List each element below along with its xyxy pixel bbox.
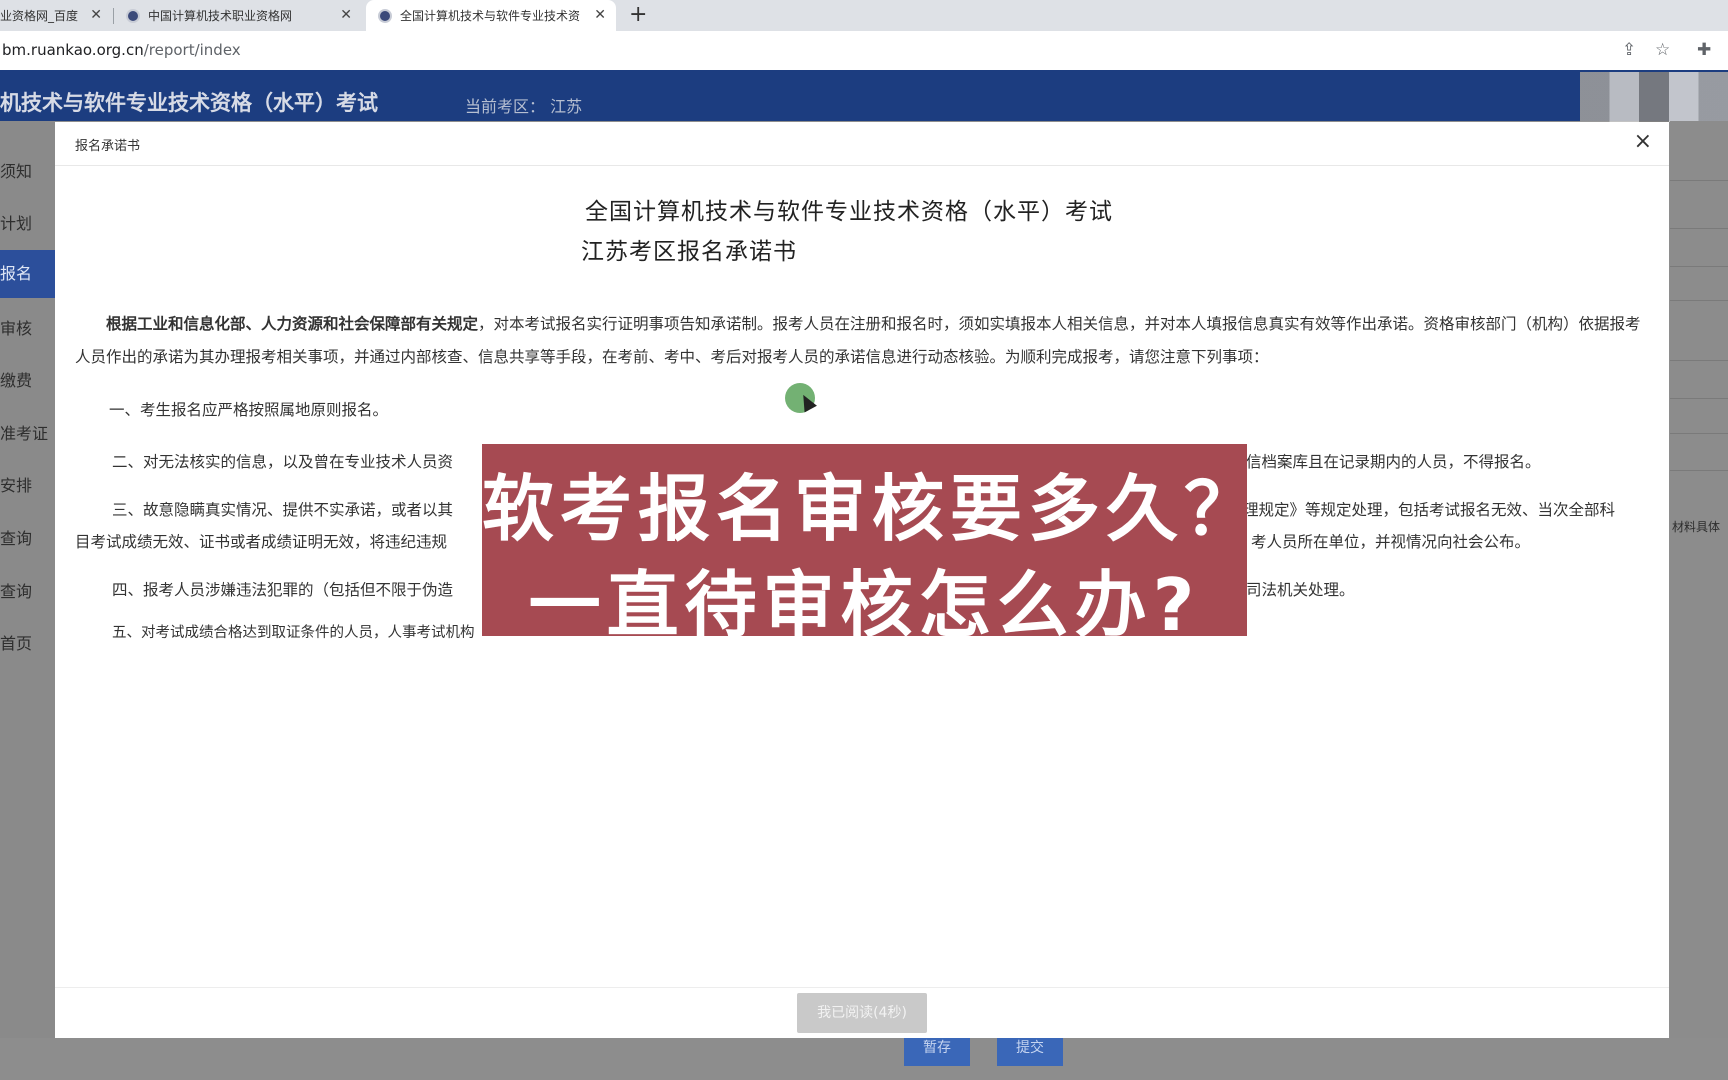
sidebar-item-register[interactable]: 报名 [0,250,55,298]
divider [1670,300,1728,301]
browser-tab-1[interactable]: 业资格网_百度 ✕ [0,0,112,31]
background-note: 材料具体 [1672,520,1721,534]
close-icon[interactable]: × [1634,129,1652,154]
banner-line-1: 软考报名审核要多久？ [482,467,1263,551]
tab-title: 业资格网_百度 [0,9,79,23]
tab-divider [113,8,114,24]
overlay-banner: 软考报名审核要多久？ 一直待审核怎么办? [482,444,1263,647]
new-tab-icon[interactable]: + [629,2,647,27]
sidebar-item-query-2[interactable]: 查询 [0,578,55,602]
current-region: 当前考区： 江苏 [465,97,583,116]
document-subtitle: 江苏考区报名承诺书 [581,239,797,265]
divider [1670,470,1728,471]
browser-tab-bar: 业资格网_百度 ✕ 中国计算机技术职业资格网 ✕ 全国计算机技术与软件专业技术资… [0,0,1728,31]
divider [1670,360,1728,361]
modal-title: 报名承诺书 [75,139,141,154]
sidebar-item-schedule[interactable]: 安排 [0,472,55,496]
site-title: 机技术与软件专业技术资格（水平）考试 [0,91,378,115]
item-4-start: 四、报考人员涉嫌违法犯罪的（包括但不限于伪造 [112,581,454,599]
item-1: 一、考生报名应严格按照属地原则报名。 [109,401,389,419]
divider [1670,266,1728,267]
close-icon[interactable]: ✕ [90,7,102,23]
browser-tab-2[interactable]: 中国计算机技术职业资格网 ✕ [126,0,362,31]
divider [1670,398,1728,399]
star-icon[interactable]: ☆ [1655,40,1670,60]
extensions-icon[interactable]: ✚ [1697,40,1711,60]
sidebar-item-query[interactable]: 查询 [0,525,55,549]
sidebar-item-plan[interactable]: 计划 [0,210,55,234]
read-confirm-button[interactable]: 我已阅读(4秒) [797,993,927,1033]
sidebar-item-review[interactable]: 审核 [0,315,55,339]
banner-line-2: 一直待审核怎么办? [528,563,1201,647]
url-host: bm.ruankao.org.cn [2,41,144,59]
item-3-start: 三、故意隐瞒真实情况、提供不实承诺，或者以其 [112,501,454,519]
sidebar-item-home[interactable]: 首页 [0,630,55,654]
tab-title: 中国计算机技术职业资格网 [148,9,293,23]
sidebar-item-admission-ticket[interactable]: 准考证 [0,420,55,444]
item-3-line2-start: 目考试成绩无效、证书或者成绩证明无效，将违纪违规 [75,533,448,551]
item-3-line2-end: 考人员所在单位，并视情况向社会公布。 [1251,533,1531,551]
browser-tab-3[interactable]: 全国计算机技术与软件专业技术资 ✕ [366,0,616,31]
item-2-start: 二、对无法核实的信息，以及曾在专业技术人员资 [112,453,454,471]
url-text[interactable]: bm.ruankao.org.cn/report/index [2,41,241,59]
avatar [1580,72,1728,122]
sidebar-item-payment[interactable]: 缴费 [0,367,55,391]
background-panel [1670,121,1728,1080]
intro-bold-text: 根据工业和信息化部、人力资源和社会保障部有关规定 [106,315,479,333]
intro-paragraph: 根据工业和信息化部、人力资源和社会保障部有关规定，对本考试报名实行证明事项告知承… [75,308,1655,374]
page-footer [0,1038,1728,1080]
site-favicon-icon [126,8,140,23]
site-favicon-icon [378,8,392,23]
divider [1670,228,1728,229]
address-bar[interactable]: bm.ruankao.org.cn/report/index ⇪ ☆ ✚ [0,31,1728,71]
share-icon[interactable]: ⇪ [1622,40,1636,60]
url-path: /report/index [143,41,241,59]
tab-title: 全国计算机技术与软件专业技术资 [400,9,580,23]
document-title: 全国计算机技术与软件专业技术资格（水平）考试 [585,199,1113,225]
item-2-end: 信档案库且在记录期内的人员，不得报名。 [1246,453,1541,471]
sidebar-item-notice[interactable]: 须知 [0,158,55,182]
item-4-end: 司法机关处理。 [1246,581,1355,599]
close-icon[interactable]: ✕ [340,7,352,23]
divider [1670,180,1728,181]
item-3-end: 理规定》等规定处理，包括考试报名无效、当次全部科 [1243,501,1616,519]
divider [1670,433,1728,434]
close-icon[interactable]: ✕ [594,7,606,23]
modal-header: 报名承诺书 × [55,122,1669,166]
item-5-start: 五、对考试成绩合格达到取证条件的人员，人事考试机构 [112,625,475,641]
